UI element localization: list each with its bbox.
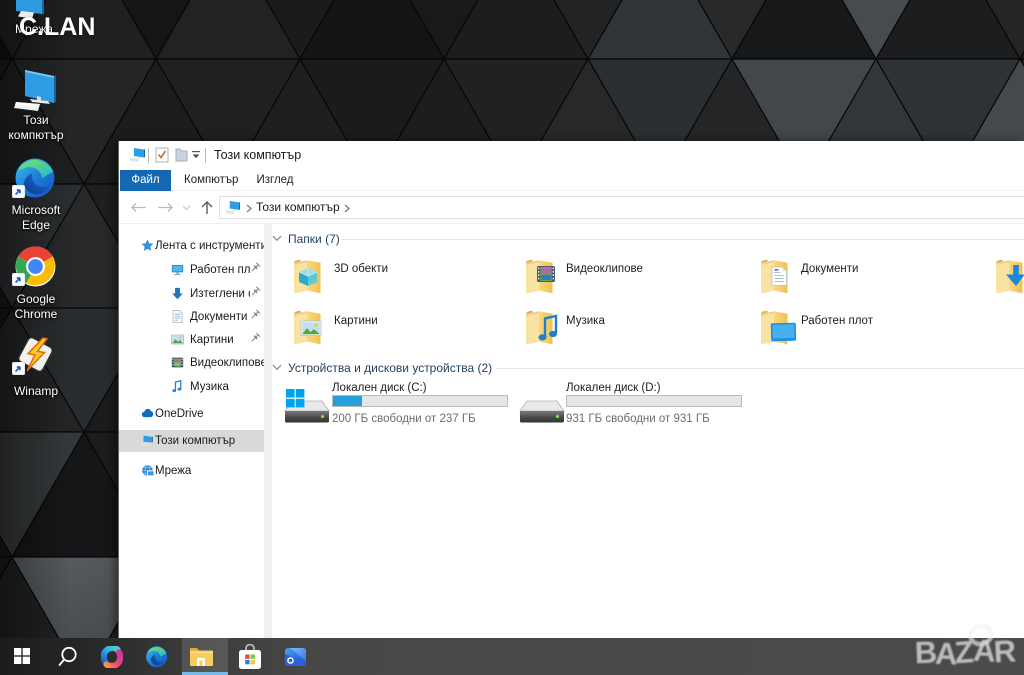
svg-text:R: R xyxy=(993,633,1017,669)
svg-text:B: B xyxy=(914,635,936,671)
